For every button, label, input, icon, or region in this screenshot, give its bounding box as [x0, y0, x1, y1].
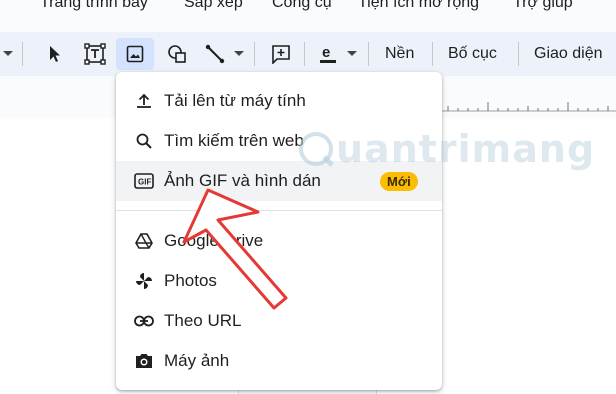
text-box-icon	[84, 43, 106, 65]
insert-image-button[interactable]	[116, 38, 154, 70]
insert-image-menu: Tải lên từ máy tính Tìm kiếm trên web GI…	[116, 72, 442, 390]
image-icon	[126, 45, 144, 63]
menu-item-label: Ảnh GIF và hình dán	[164, 171, 321, 190]
menu-item-camera[interactable]: Máy ảnh	[116, 341, 442, 381]
toolbar-divider	[254, 42, 255, 66]
line-button[interactable]	[200, 38, 230, 70]
menu-item-upload-from-computer[interactable]: Tải lên từ máy tính	[116, 81, 442, 121]
new-badge: Mới	[380, 172, 418, 191]
add-comment-button[interactable]	[266, 38, 296, 70]
text-box-button[interactable]	[78, 38, 112, 70]
cursor-icon	[50, 46, 60, 62]
menu-item-label: Máy ảnh	[164, 351, 230, 370]
menu-item-by-url[interactable]: Theo URL	[116, 301, 442, 341]
toolbar-divider	[432, 42, 433, 66]
upload-icon	[134, 91, 154, 111]
menu-arrange[interactable]: Sắp xếp	[184, 0, 243, 12]
link-icon	[134, 311, 154, 331]
svg-text:e: e	[322, 44, 330, 61]
select-cursor-button[interactable]	[38, 38, 72, 70]
theme-button[interactable]: Giao diện	[534, 38, 603, 70]
horizontal-ruler	[440, 102, 616, 112]
line-icon	[205, 44, 225, 64]
shape-button[interactable]	[160, 38, 194, 70]
photos-pinwheel-icon	[134, 271, 154, 291]
svg-text:GIF: GIF	[138, 178, 151, 187]
line-dropdown-chevron-icon[interactable]	[232, 38, 246, 70]
menu-item-label: Tải lên từ máy tính	[164, 91, 306, 110]
menu-item-label: Tìm kiếm trên web	[164, 131, 304, 150]
toolbar-divider	[518, 42, 519, 66]
toolbar-divider	[22, 42, 23, 66]
google-drive-icon	[134, 231, 154, 251]
menu-item-label: Photos	[164, 271, 217, 290]
background-button[interactable]: Nền	[385, 38, 414, 70]
menu-slide[interactable]: Trang trình bày	[40, 0, 148, 12]
toolbar-divider	[304, 42, 305, 66]
search-icon	[134, 131, 154, 151]
chevron-down-icon[interactable]	[0, 38, 16, 70]
camera-icon	[134, 351, 154, 371]
menu-item-label: Google Drive	[164, 231, 264, 250]
menu-item-photos[interactable]: Photos	[116, 261, 442, 301]
menu-tools[interactable]: Công cụ	[272, 0, 332, 12]
chevron-down-icon[interactable]	[344, 38, 360, 70]
menu-item-google-drive[interactable]: Google Drive	[116, 221, 442, 261]
menu-extensions[interactable]: Tiện ích mở rộng	[358, 0, 479, 12]
menubar: Trang trình bày Sắp xếp Công cụ Tiện ích…	[0, 0, 616, 22]
shape-icon	[168, 45, 186, 63]
toolbar-divider	[368, 42, 369, 66]
menu-divider	[116, 210, 442, 211]
menu-item-label: Theo URL	[164, 311, 242, 330]
add-comment-icon	[272, 45, 290, 64]
toolbar: e Nền Bố cục Giao diện	[0, 32, 616, 76]
gif-icon: GIF	[134, 171, 154, 191]
layout-button[interactable]: Bố cục	[448, 38, 497, 70]
text-color-icon: e	[320, 44, 336, 63]
menu-help[interactable]: Trợ giúp	[513, 0, 573, 12]
text-effect-button[interactable]: e	[314, 38, 342, 70]
menu-item-search-web[interactable]: Tìm kiếm trên web	[116, 121, 442, 161]
menu-item-gif-stickers[interactable]: GIF Ảnh GIF và hình dán Mới	[116, 161, 442, 201]
